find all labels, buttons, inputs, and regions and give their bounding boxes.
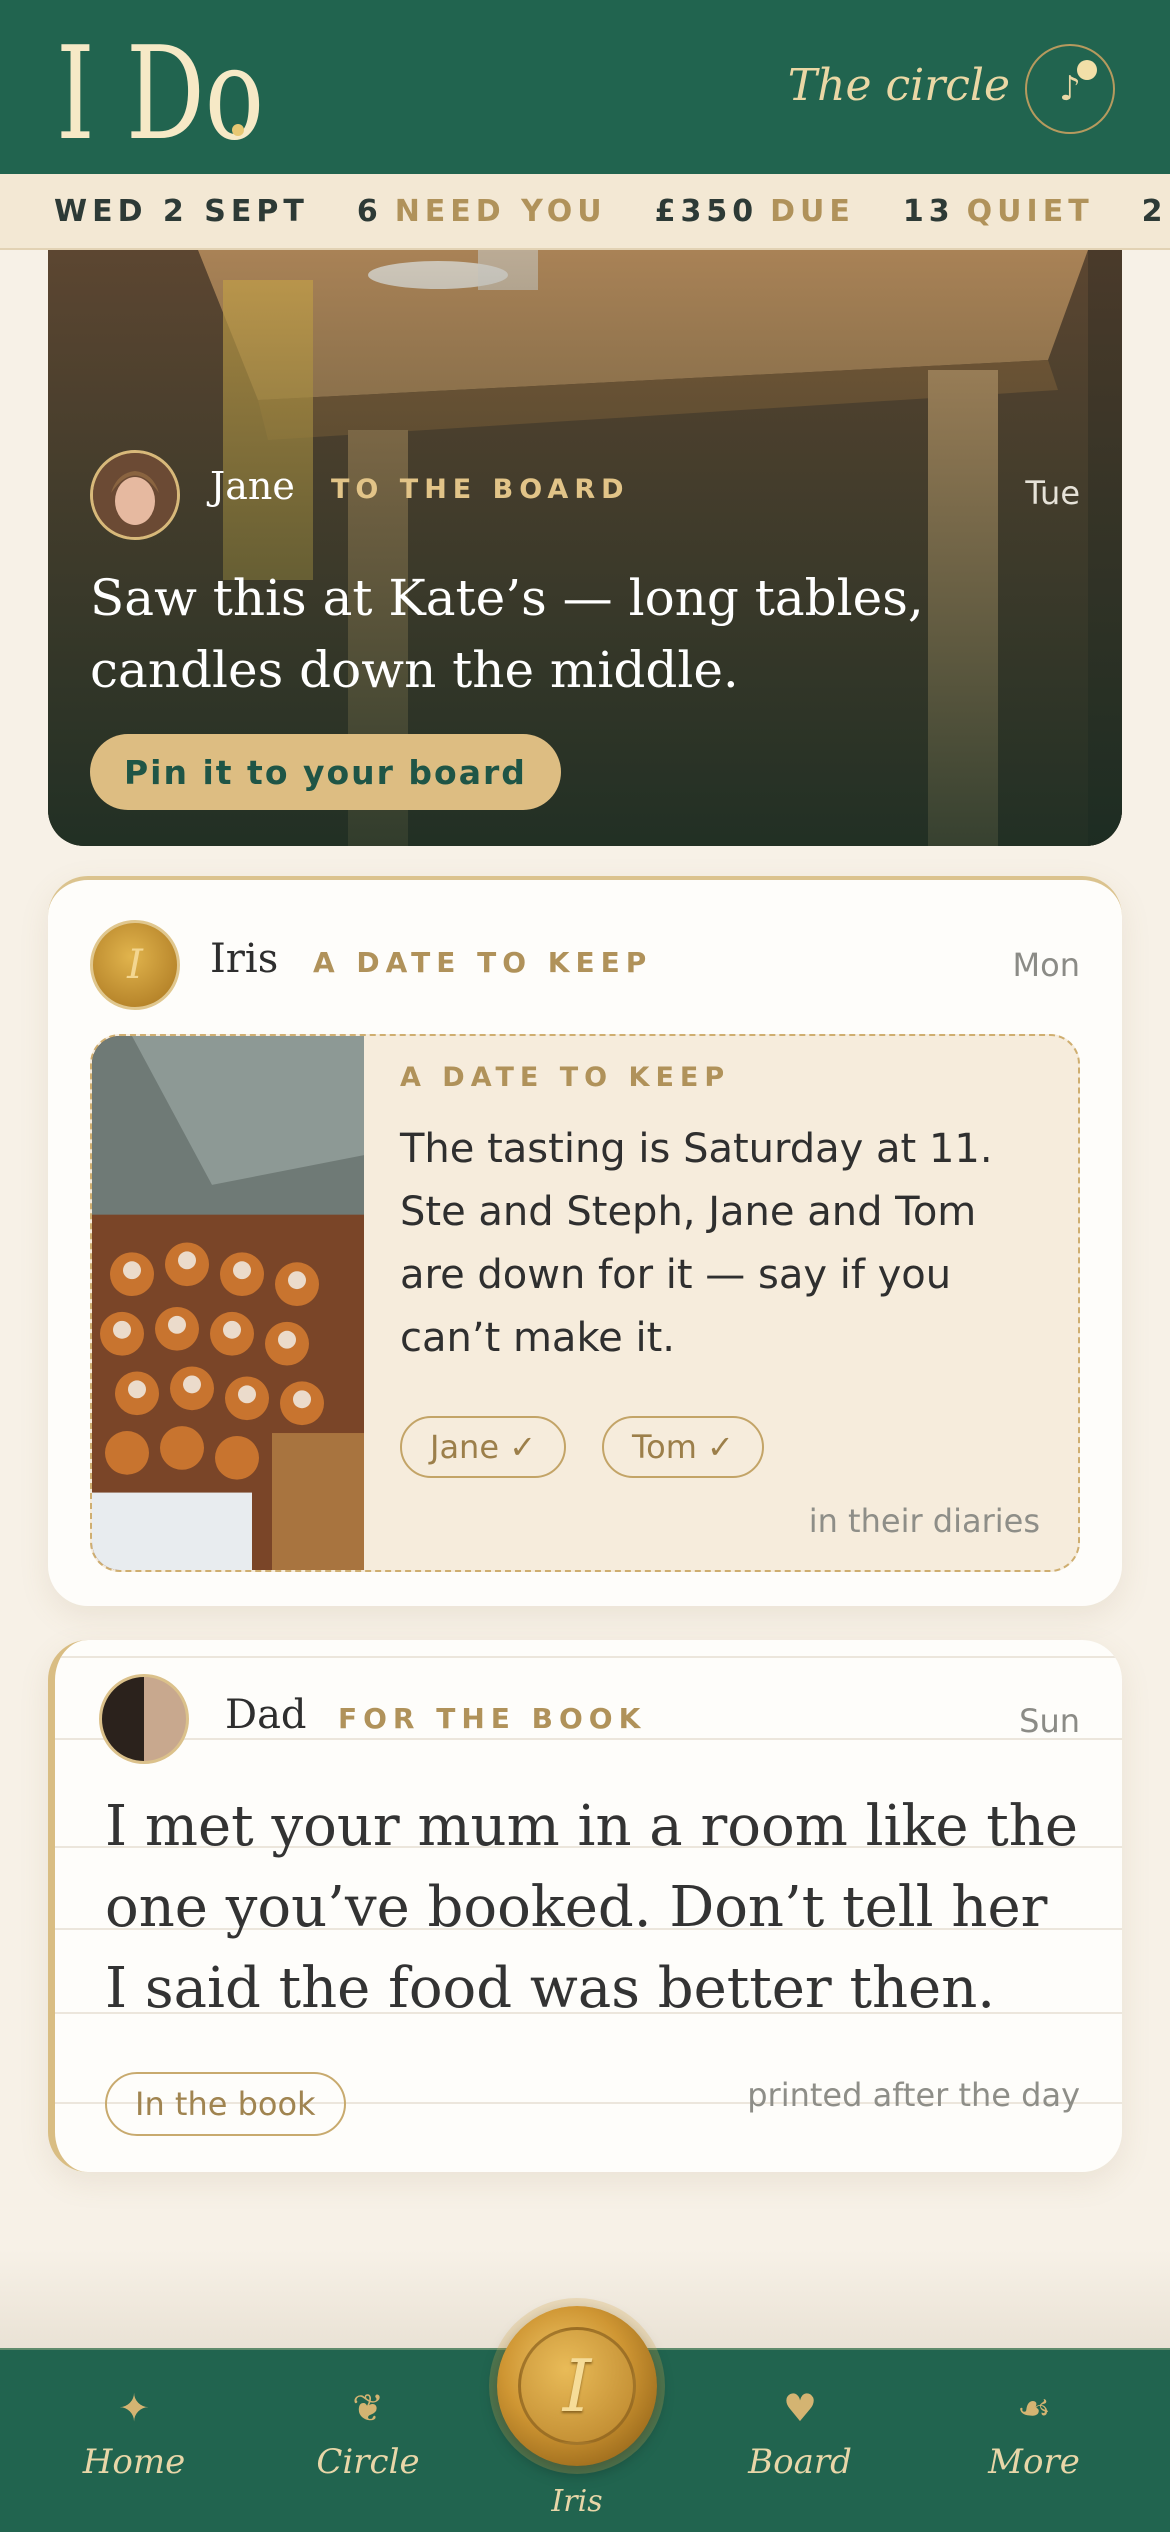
- date-card-iris[interactable]: I Iris A DATE TO KEEP Mon A DATE TO KEEP…: [48, 876, 1122, 1606]
- ticker-quiet-count: 13: [902, 193, 955, 229]
- app-logo[interactable]: I Do: [56, 26, 316, 156]
- card-day: Sun: [1019, 1702, 1080, 1740]
- tab-home[interactable]: ✦ Home: [34, 2380, 234, 2482]
- card-day: Mon: [1012, 946, 1080, 984]
- tab-more[interactable]: ☙ More: [934, 2380, 1134, 2482]
- ticker-need-count: 6: [356, 193, 383, 229]
- rsvp-chip-tom[interactable]: Tom ✓: [602, 1416, 764, 1478]
- sparkle-icon: ✦: [118, 2386, 150, 2430]
- ticker-date: WED 2 SEPT: [54, 193, 309, 229]
- ticker-next: 2: [1141, 193, 1168, 229]
- app-header: I Do The circle ♪: [0, 0, 1170, 174]
- box-kicker: A DATE TO KEEP: [400, 1062, 731, 1093]
- card-message: Saw this at Kate’s — long tables, candle…: [90, 569, 924, 699]
- card-tag: FOR THE BOOK: [338, 1702, 647, 1735]
- tasting-photo: [92, 1036, 364, 1570]
- ticker-quiet-label: QUIET: [966, 193, 1094, 229]
- ticker-need-label: NEED YOU: [394, 193, 607, 229]
- card-day: Tue: [1025, 474, 1080, 512]
- card-tag: A DATE TO KEEP: [313, 946, 653, 979]
- tab-iris-seal[interactable]: I: [497, 2306, 657, 2466]
- card-message: I met your mum in a room like the one yo…: [105, 1794, 1078, 2021]
- tab-label: Circle: [316, 2442, 420, 2482]
- music-button[interactable]: ♪: [1025, 44, 1115, 134]
- wax-seal-icon: I: [127, 942, 143, 988]
- tab-label: Home: [82, 2442, 186, 2482]
- avatar-jane[interactable]: [90, 450, 180, 540]
- wax-seal-icon: I: [518, 2327, 636, 2445]
- card-author: Iris: [210, 936, 279, 982]
- book-card-dad[interactable]: Dad FOR THE BOOK Sun I met your mum in a…: [48, 1640, 1122, 2172]
- avatar-iris[interactable]: I: [90, 920, 180, 1010]
- tab-circle[interactable]: ❦ Circle: [268, 2380, 468, 2482]
- logo-text: I Do: [56, 26, 264, 156]
- card-author: Dad: [225, 1692, 307, 1738]
- status-ticker: WED 2 SEPT 6 NEED YOU £350 DUE 13 QUIET …: [0, 174, 1170, 250]
- card-author: Jane: [210, 464, 295, 508]
- in-the-book-chip[interactable]: In the book: [105, 2072, 346, 2136]
- flourish-icon: ❦: [352, 2386, 384, 2430]
- tab-label: Board: [748, 2442, 852, 2482]
- box-footer: in their diaries: [808, 1502, 1040, 1540]
- rsvp-chip-jane[interactable]: Jane ✓: [400, 1416, 566, 1478]
- card-footer: printed after the day: [747, 2076, 1080, 2114]
- pin-to-board-button[interactable]: Pin it to your board: [90, 734, 561, 810]
- date-box: A DATE TO KEEP The tasting is Saturday a…: [90, 1034, 1080, 1572]
- card-tag: TO THE BOARD: [331, 474, 630, 505]
- ornament-icon: ☙: [1016, 2386, 1052, 2430]
- notification-dot: [1077, 60, 1097, 80]
- ticker-due-label: DUE: [770, 193, 855, 229]
- ticker-due-amount: £350: [654, 193, 759, 229]
- tab-board[interactable]: ♥ Board: [700, 2380, 900, 2482]
- avatar-dad[interactable]: [99, 1674, 189, 1764]
- tab-label-iris: Iris: [551, 2484, 603, 2519]
- box-message: The tasting is Saturday at 11. Ste and S…: [400, 1126, 993, 1361]
- the-circle-link[interactable]: The circle: [788, 60, 1010, 111]
- tab-label: More: [988, 2442, 1080, 2482]
- board-card-jane[interactable]: Jane TO THE BOARD Tue Saw this at Kate’s…: [48, 250, 1122, 846]
- heart-icon: ♥: [782, 2386, 818, 2430]
